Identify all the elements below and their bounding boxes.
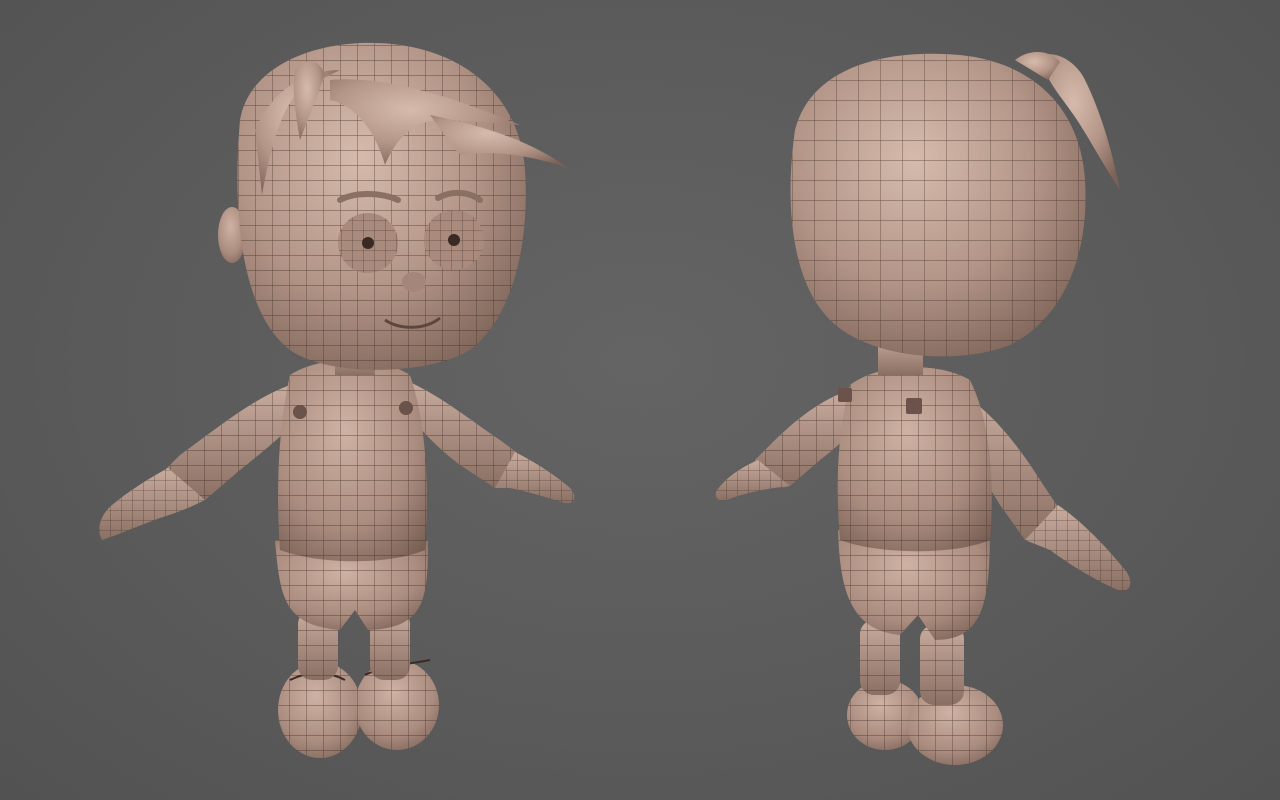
back-view [715,51,1131,765]
render-viewport [0,0,1280,800]
front-right-arm [405,380,575,504]
front-left-arm [99,385,300,540]
back-torso [837,367,992,552]
back-head [790,51,1120,357]
front-nose [402,272,426,292]
overall-button-icon [293,405,307,419]
strap-buckle-icon [906,398,922,414]
front-head [218,42,568,370]
strap-buckle-icon [838,388,852,402]
front-torso [278,360,427,562]
front-view [99,42,575,758]
overall-button-icon [399,401,413,415]
render-canvas [99,42,1131,765]
